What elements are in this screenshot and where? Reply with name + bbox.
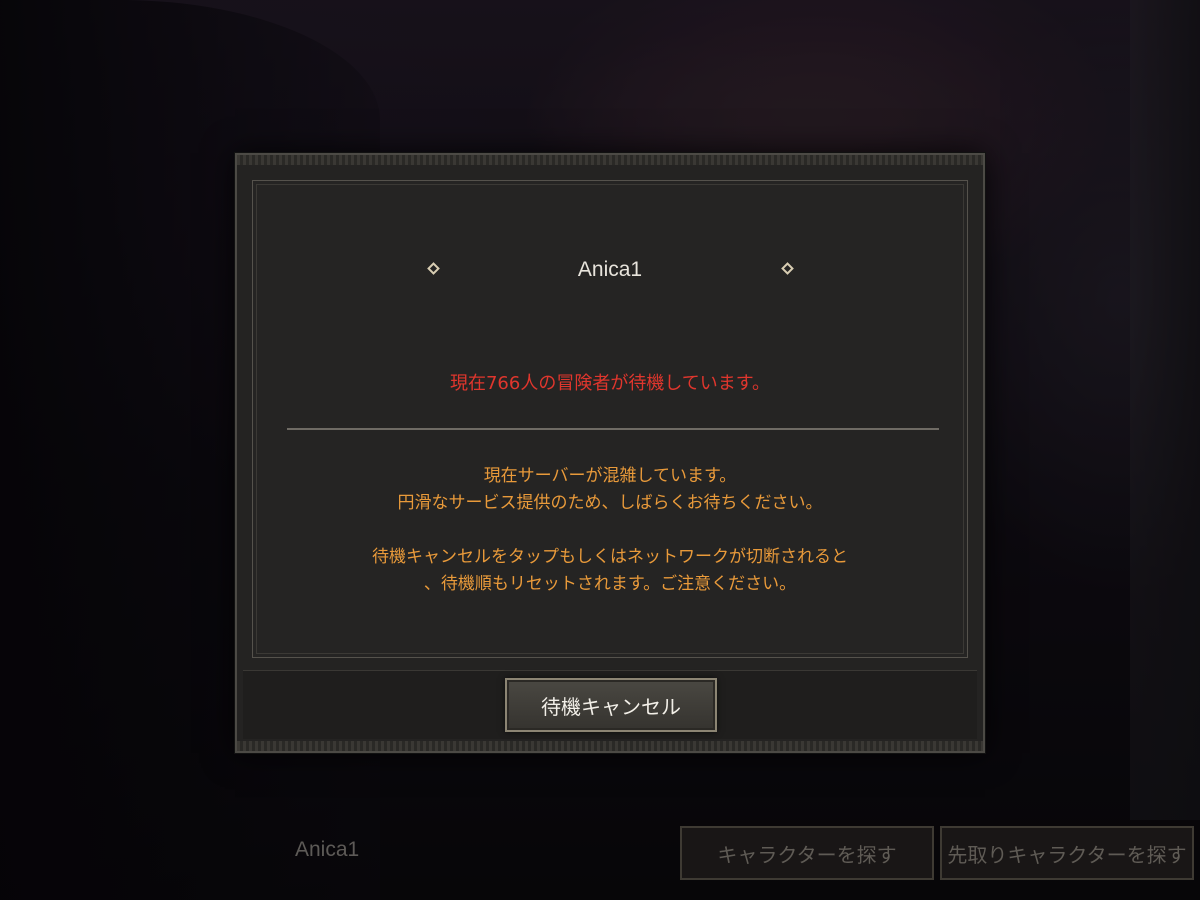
dialog-title-row: Anica1 xyxy=(253,256,967,288)
message-line: 待機キャンセルをタップもしくはネットワークが切断されると xyxy=(372,547,848,567)
dialog-title: Anica1 xyxy=(577,258,643,281)
divider xyxy=(287,428,939,430)
cancel-queue-button[interactable]: 待機キャンセル xyxy=(505,678,717,732)
dialog-content-panel: Anica1 現在766人の冒険者が待機しています。 現在サーバーが混雑していま… xyxy=(252,180,968,658)
find-character-button[interactable]: キャラクターを探す xyxy=(680,826,934,880)
message-line: 、待機順もリセットされます。ご注意ください。 xyxy=(423,574,797,594)
preorder-character-button[interactable]: 先取りキャラクターを探す xyxy=(940,826,1194,880)
bottom-character-name: Anica1 xyxy=(295,838,360,861)
dialog-border-bottom xyxy=(237,741,983,751)
queue-count-message: 現在766人の冒険者が待機しています。 xyxy=(449,373,770,394)
message-line: 円滑なサービス提供のため、しばらくお待ちください。 xyxy=(397,493,823,513)
server-busy-message: 現在サーバーが混雑しています。 円滑なサービス提供のため、しばらくお待ちください… xyxy=(253,463,967,598)
queue-dialog: Anica1 現在766人の冒険者が待機しています。 現在サーバーが混雑していま… xyxy=(235,153,985,753)
dialog-border-top xyxy=(237,155,983,165)
message-line: 現在サーバーが混雑しています。 xyxy=(483,466,737,486)
